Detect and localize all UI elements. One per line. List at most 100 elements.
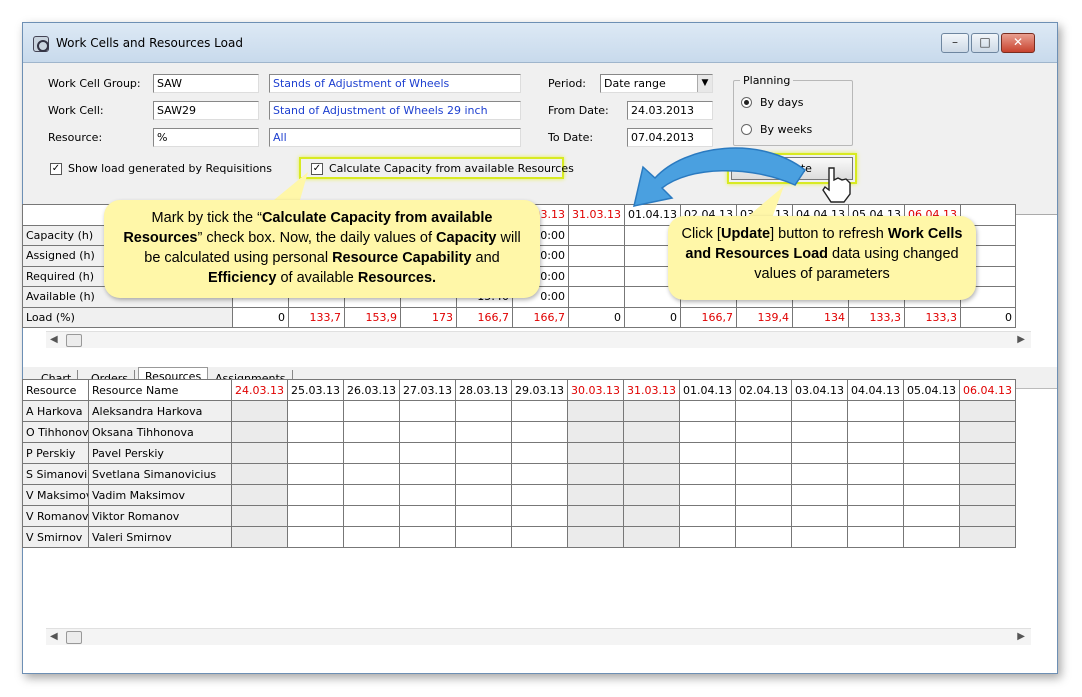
scroll-right-icon[interactable]: ▶ <box>1017 631 1025 642</box>
work-cell-name-input[interactable]: Stand of Adjustment of Wheels 29 inch <box>269 101 521 120</box>
resource-day-cell <box>679 400 736 422</box>
by-days-radio[interactable] <box>741 97 752 108</box>
resource-code-cell[interactable]: S Simanovi <box>22 463 89 485</box>
minimize-button[interactable]: – <box>941 33 969 53</box>
resource-name-cell[interactable]: Pavel Perskiy <box>88 442 232 464</box>
resources-date-header[interactable]: 30.03.13 <box>567 379 624 401</box>
load-horizontal-scrollbar[interactable]: ◀ ▶ <box>46 331 1031 348</box>
load-cell: 0 <box>624 306 681 328</box>
resource-name-cell[interactable]: Svetlana Simanovicius <box>88 463 232 485</box>
window-title: Work Cells and Resources Load <box>56 36 243 50</box>
callout1-text: Mark by tick the “ <box>151 210 262 226</box>
calc-capacity-label: Calculate Capacity from available Resour… <box>329 162 574 175</box>
resource-name-cell[interactable]: Viktor Romanov <box>88 505 232 527</box>
resource-day-cell <box>903 484 960 506</box>
chevron-down-icon[interactable]: ▼ <box>697 75 712 92</box>
resources-horizontal-scrollbar[interactable]: ◀ ▶ <box>46 628 1031 645</box>
scroll-thumb[interactable] <box>66 334 82 347</box>
resources-date-header[interactable]: 02.04.13 <box>735 379 792 401</box>
resource-row[interactable]: V Maksimov Vadim Maksimov <box>22 484 1016 506</box>
planning-group <box>733 80 853 146</box>
resource-row[interactable]: V Smirnov Valeri Smirnov <box>22 526 1016 548</box>
resource-day-cell <box>959 400 1016 422</box>
gear-app-icon <box>33 36 49 52</box>
resources-date-header[interactable]: 31.03.13 <box>623 379 680 401</box>
resource-day-cell <box>287 526 344 548</box>
resources-date-header[interactable]: 04.04.13 <box>847 379 904 401</box>
callout1-bold: Efficiency <box>207 270 277 286</box>
resources-date-header[interactable]: 29.03.13 <box>511 379 568 401</box>
resources-date-header[interactable]: 03.04.13 <box>791 379 848 401</box>
by-weeks-radio[interactable] <box>741 124 752 135</box>
resource-name-cell[interactable]: Valeri Smirnov <box>88 526 232 548</box>
resource-day-cell <box>735 442 792 464</box>
resource-day-cell <box>735 484 792 506</box>
resource-day-cell <box>735 463 792 485</box>
scroll-left-icon[interactable]: ◀ <box>50 334 58 345</box>
resources-date-header[interactable]: 01.04.13 <box>679 379 736 401</box>
from-date-label: From Date: <box>548 104 609 117</box>
resources-column-header[interactable]: Resource Name <box>88 379 232 401</box>
load-cell <box>568 224 625 246</box>
resource-day-cell <box>343 463 400 485</box>
resource-name-input[interactable]: All <box>269 128 521 147</box>
from-date-input[interactable]: 24.03.2013 <box>627 101 713 120</box>
resource-day-cell <box>231 421 288 443</box>
resource-code-cell[interactable]: P Perskiy <box>22 442 89 464</box>
resource-code-cell[interactable]: V Maksimov <box>22 484 89 506</box>
resource-code-input[interactable]: % <box>153 128 259 147</box>
resource-name-cell[interactable]: Oksana Tihhonova <box>88 421 232 443</box>
resource-row[interactable]: S Simanovi Svetlana Simanovicius <box>22 463 1016 485</box>
resource-name-cell[interactable]: Aleksandra Harkova <box>88 400 232 422</box>
period-select[interactable]: Date range ▼ <box>600 74 713 93</box>
resource-row[interactable]: P Perskiy Pavel Perskiy <box>22 442 1016 464</box>
resource-day-cell <box>735 526 792 548</box>
resources-date-header[interactable]: 06.04.13 <box>959 379 1016 401</box>
resources-column-header[interactable]: Resource <box>22 379 89 401</box>
resource-day-cell <box>231 505 288 527</box>
resource-day-cell <box>455 421 512 443</box>
resources-date-header[interactable]: 25.03.13 <box>287 379 344 401</box>
load-cell <box>568 245 625 267</box>
resource-day-cell <box>399 484 456 506</box>
resources-date-header[interactable]: 26.03.13 <box>343 379 400 401</box>
close-button[interactable]: ✕ <box>1001 33 1035 53</box>
resource-day-cell <box>343 505 400 527</box>
load-cell: 0 <box>232 306 289 328</box>
resource-day-cell <box>231 526 288 548</box>
resource-day-cell <box>623 442 680 464</box>
resource-day-cell <box>679 505 736 527</box>
resource-row[interactable]: V Romanov Viktor Romanov <box>22 505 1016 527</box>
resource-row[interactable]: A Harkova Aleksandra Harkova <box>22 400 1016 422</box>
scroll-left-icon[interactable]: ◀ <box>50 631 58 642</box>
show-requisitions-checkbox[interactable]: ✓ <box>50 163 62 175</box>
resource-day-cell <box>679 484 736 506</box>
resource-day-cell <box>231 463 288 485</box>
scroll-thumb[interactable] <box>66 631 82 644</box>
resource-day-cell <box>847 526 904 548</box>
resource-code-cell[interactable]: O Tihhonov <box>22 421 89 443</box>
resources-date-header[interactable]: 27.03.13 <box>399 379 456 401</box>
resource-row[interactable]: O Tihhonov Oksana Tihhonova <box>22 421 1016 443</box>
resource-code-cell[interactable]: V Smirnov <box>22 526 89 548</box>
load-cell: 0 <box>568 306 625 328</box>
scroll-right-icon[interactable]: ▶ <box>1017 334 1025 345</box>
callout1-bold: Resource Capability <box>332 250 472 266</box>
work-cell-group-name-input[interactable]: Stands of Adjustment of Wheels <box>269 74 521 93</box>
parameters-panel: Work Cell Group: SAW Stands of Adjustmen… <box>23 63 1057 215</box>
resource-day-cell <box>847 484 904 506</box>
resource-day-cell <box>287 484 344 506</box>
resources-date-header[interactable]: 24.03.13 <box>231 379 288 401</box>
resource-name-cell[interactable]: Vadim Maksimov <box>88 484 232 506</box>
resource-code-cell[interactable]: V Romanov <box>22 505 89 527</box>
maximize-button[interactable]: □ <box>971 33 999 53</box>
resource-day-cell <box>567 463 624 485</box>
work-cell-code-input[interactable]: SAW29 <box>153 101 259 120</box>
resource-day-cell <box>567 400 624 422</box>
resources-date-header[interactable]: 28.03.13 <box>455 379 512 401</box>
callout1-bold: Capacity <box>436 230 497 246</box>
resource-code-cell[interactable]: A Harkova <box>22 400 89 422</box>
work-cell-group-code-input[interactable]: SAW <box>153 74 259 93</box>
resource-day-cell <box>399 526 456 548</box>
resources-date-header[interactable]: 05.04.13 <box>903 379 960 401</box>
